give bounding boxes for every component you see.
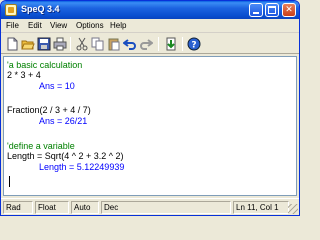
status-cursor-position: Ln 11, Col 1 xyxy=(233,201,289,214)
close-icon: ✕ xyxy=(285,5,293,15)
speq-app-icon[interactable] xyxy=(5,4,17,16)
paste-icon[interactable] xyxy=(107,37,121,51)
editor-line: Fraction(2 / 3 + 4 / 7) xyxy=(7,105,91,115)
toolbar: ? xyxy=(1,34,299,54)
minimize-icon xyxy=(253,12,259,14)
toolbar-separator xyxy=(158,37,159,51)
minimize-button[interactable] xyxy=(249,3,263,17)
answer-line: Ans = 26/21 xyxy=(39,116,88,126)
undo-icon[interactable] xyxy=(123,37,137,51)
status-mode[interactable]: Auto xyxy=(71,201,99,214)
status-base[interactable]: Dec xyxy=(101,201,231,214)
toolbar-separator xyxy=(182,37,183,51)
title-bar[interactable]: SpeQ 3.4 ✕ xyxy=(1,1,299,19)
menu-edit[interactable]: Edit xyxy=(28,21,42,30)
status-format[interactable]: Float xyxy=(35,201,69,214)
menu-file[interactable]: File xyxy=(6,21,19,30)
save-icon[interactable] xyxy=(37,37,51,51)
menu-options[interactable]: Options xyxy=(76,21,104,30)
resize-grip-icon[interactable] xyxy=(288,204,298,214)
window-title: SpeQ 3.4 xyxy=(21,4,60,14)
maximize-icon xyxy=(268,6,276,14)
text-caret xyxy=(9,176,10,187)
help-icon[interactable]: ? xyxy=(187,37,201,51)
open-folder-icon[interactable] xyxy=(21,37,35,51)
new-document-icon[interactable] xyxy=(5,37,19,51)
redo-icon[interactable] xyxy=(139,37,153,51)
editor-line: 'define a variable xyxy=(7,141,75,151)
answer-line: Length = 5.12249939 xyxy=(39,162,125,172)
print-icon[interactable] xyxy=(53,37,67,51)
menu-view[interactable]: View xyxy=(50,21,67,30)
svg-text:?: ? xyxy=(191,41,196,51)
editor-line: 2 * 3 + 4 xyxy=(7,70,41,80)
answer-line: Ans = 10 xyxy=(39,81,75,91)
app-window: SpeQ 3.4 ✕ File Edit View Options Help ?… xyxy=(0,0,300,216)
toolbar-separator xyxy=(70,37,71,51)
close-button[interactable]: ✕ xyxy=(282,3,296,17)
editor-line: Length = Sqrt(4 ^ 2 + 3.2 ^ 2) xyxy=(7,151,124,161)
editor-line: 'a basic calculation xyxy=(7,60,83,70)
status-angle[interactable]: Rad xyxy=(3,201,33,214)
cut-icon[interactable] xyxy=(75,37,89,51)
editor-area[interactable]: 'a basic calculation 2 * 3 + 4 Ans = 10 … xyxy=(3,56,297,196)
maximize-button[interactable] xyxy=(265,3,279,17)
status-bar: Rad Float Auto Dec Ln 11, Col 1 xyxy=(1,198,299,215)
menu-help[interactable]: Help xyxy=(110,21,126,30)
calculate-icon[interactable] xyxy=(164,37,178,51)
copy-icon[interactable] xyxy=(91,37,105,51)
menu-bar: File Edit View Options Help xyxy=(1,19,299,33)
